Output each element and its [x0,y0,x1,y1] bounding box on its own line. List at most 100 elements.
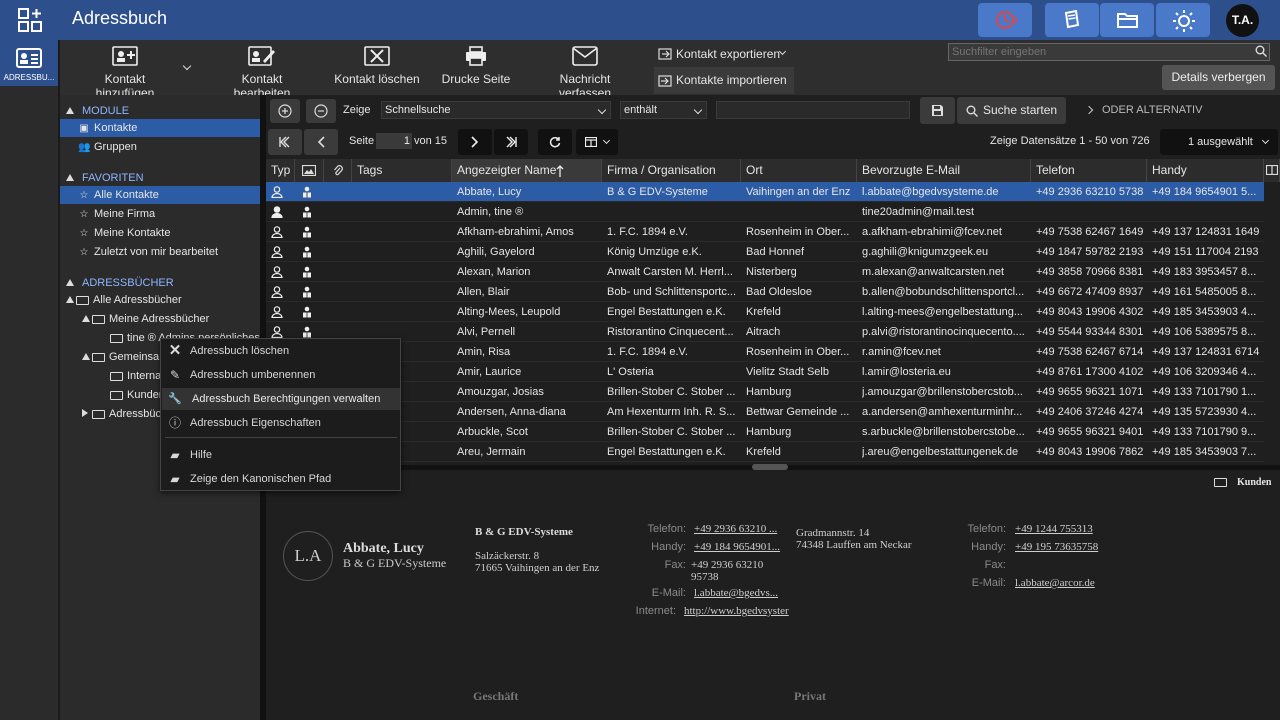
prev-page-button[interactable] [304,129,338,155]
tree-shared-addressbooks[interactable]: Gemeinsa [82,351,159,363]
table-row[interactable]: Amir, Laurice L' Osteria Vielitz Stadt Sel… [266,362,1264,382]
tree-all-addressbooks[interactable]: Alle Adressbücher [66,294,182,306]
col-type[interactable]: Typ [266,159,295,182]
row-email: g.aghili@knigumzgeek.eu [862,246,989,258]
page-number-input[interactable] [376,133,412,149]
folder-button[interactable] [1100,3,1154,37]
addressbooks-header[interactable]: ADRESSBÜCHER [66,277,174,289]
business-city: 71665 Vaihingen an der Enz [475,562,600,574]
module-contacts[interactable]: ▣ Kontakte [60,119,260,137]
col-display-name[interactable]: Angezeigter Name [452,159,602,182]
filter-operator-select[interactable]: enthält [620,101,707,119]
menu-rename-addressbook[interactable]: ✎ Adressbuch umbenennen [162,364,400,386]
menu-show-canonical-path[interactable]: ▰ Zeige den Kanonischen Pfad [162,468,400,490]
col-image[interactable] [295,159,324,182]
table-row[interactable]: Allen, Blair Bob- und Schlittensportc... B… [266,282,1264,302]
delete-contact-button[interactable]: Kontakt löschen [334,46,420,86]
table-row[interactable]: Aghili, Gayelord König Umzüge e.K. Bad Hon… [266,242,1264,262]
module-groups[interactable]: 👥 Gruppen [60,138,260,156]
table-row[interactable]: Alexan, Marion Anwalt Carsten M. Herrl...… [266,262,1264,282]
tree-other-addressbooks[interactable]: Adressbüc [82,408,161,420]
business-email-link[interactable]: l.abbate@bgedvs... [694,587,778,599]
menu-manage-permissions[interactable]: 🔧 Adressbuch Berechtigungen verwalten [162,388,400,410]
compose-message-button[interactable]: Nachricht verfassen [532,46,638,100]
col-mobile-label: Handy [1152,163,1187,177]
start-search-button[interactable]: Suche starten [957,97,1066,124]
search-icon[interactable] [1255,45,1267,57]
row-name: Andersen, Anna-diana [457,406,566,418]
refresh-button[interactable] [538,129,572,155]
col-attachments[interactable] [324,159,352,182]
import-contacts-button[interactable]: Kontakte importieren [654,67,794,94]
tree-customers[interactable]: Kunden [110,389,165,401]
menu-help[interactable]: ▰ Hilfe [162,444,400,466]
favorites-header[interactable]: FAVORITEN [66,172,144,184]
modules-header[interactable]: MODULE [66,105,129,117]
add-filter-button[interactable] [270,99,300,123]
search-input[interactable] [948,43,1270,61]
business-phone-link[interactable]: +49 2936 63210 ... [694,523,777,535]
col-organisation[interactable]: Firma / Organisation [602,159,741,182]
star-icon: ☆ [79,228,89,239]
folder-icon [110,333,123,343]
table-row[interactable]: Abbate, Lucy B & G EDV-Systeme Vaihingen a… [266,182,1264,202]
row-name: Abbate, Lucy [457,186,522,198]
tree-my-addressbooks[interactable]: Meine Adressbücher [82,313,209,325]
business-street: Salzäckerstr. 8 [475,550,540,562]
menu-addressbook-properties[interactable]: ⓘ Adressbuch Eigenschaften [162,412,400,434]
filter-value-input[interactable] [716,101,910,119]
favorite-all-contacts[interactable]: ☆ Alle Kontakte [60,186,260,204]
container-link[interactable]: Kunden [1214,477,1271,488]
rail-addressbook-app[interactable]: ADRESSBU... [0,40,58,86]
col-display-name-label: Angezeigter Name [457,163,557,177]
table-row[interactable]: Alvi, Pernell Ristorantino Cinquecent... A… [266,322,1264,342]
col-tags[interactable]: Tags [352,159,452,182]
import-icon [658,75,672,87]
menu-delete-addressbook[interactable]: ✕ Adressbuch löschen [162,340,400,362]
column-layout-button[interactable] [576,129,618,155]
col-email[interactable]: Bevorzugte E-Mail [857,159,1031,182]
last-page-button[interactable] [494,129,528,155]
favorite-my-company[interactable]: ☆ Meine Firma [60,205,260,223]
row-email: p.alvi@ristorantinocinquecento.... [862,326,1025,338]
business-web-link[interactable]: http://www.bgedvsyster [684,605,789,617]
user-avatar[interactable]: T.A. [1226,4,1259,37]
table-row[interactable]: Andersen, Anna-diana Am Hexenturm Inh. R.… [266,402,1264,422]
next-page-button[interactable] [458,129,492,155]
print-page-button[interactable]: Drucke Seite [440,46,512,86]
edit-contact-button[interactable]: Kontakt bearbeiten [212,46,312,100]
private-phone-link[interactable]: +49 1244 755313 [1015,523,1093,535]
col-city[interactable]: Ort [741,159,857,182]
table-row[interactable]: Afkham-ebrahimi, Amos 1. F.C. 1894 e.V. Ro… [266,222,1264,242]
table-row[interactable]: Arbuckle, Scot Brillen-Stober C. Stober .… [266,422,1264,442]
table-row[interactable]: Alting-Mees, Leupold Engel Bestattungen e… [266,302,1264,322]
app-launcher-icon[interactable] [18,8,42,32]
or-alternative-toggle[interactable]: ODER ALTERNATIV [1084,104,1202,116]
col-phone[interactable]: Telefon [1031,159,1147,182]
table-row[interactable]: Admin, tine ® tine20admin@mail.test [266,202,1264,222]
theme-button[interactable] [1156,3,1210,37]
favorite-my-contacts[interactable]: ☆ Meine Kontakte [60,224,260,242]
column-picker[interactable] [1264,159,1280,182]
private-mobile-link[interactable]: +49 195 73635758 [1015,541,1098,553]
book-button[interactable] [1045,3,1099,37]
filter-field-select[interactable]: Schnellsuche [381,101,611,119]
export-contact-button[interactable]: Kontakt exportieren [654,43,794,65]
favorite-recently-edited[interactable]: ☆ Zuletzt von mir bearbeitet [60,243,260,261]
first-page-button[interactable] [268,129,302,155]
timetracker-button[interactable] [978,3,1032,37]
private-email-link[interactable]: l.abbate@arcor.de [1015,577,1095,589]
save-filter-button[interactable] [920,97,955,124]
table-row[interactable]: Amin, Risa 1. F.C. 1894 e.V. Rosenheim in … [266,342,1264,362]
table-row[interactable]: Areu, Jermain Engel Bestattungen e.K. Kref… [266,442,1264,462]
tree-internal[interactable]: Interna [110,370,161,382]
menu-item-label: Adressbuch umbenennen [190,369,316,381]
hide-details-button[interactable]: Details verbergen [1162,65,1275,90]
col-mobile[interactable]: Handy [1147,159,1264,182]
row-name: Amouzgar, Josias [457,386,544,398]
selection-count-button[interactable]: 1 ausgewählt [1160,129,1278,155]
table-row[interactable]: Amouzgar, Josias Brillen-Stober C. Stober… [266,382,1264,402]
remove-filter-button[interactable] [306,99,336,123]
business-mobile-link[interactable]: +49 184 9654901... [694,541,780,553]
add-contact-button[interactable]: Kontakt hinzufügen [76,46,174,100]
